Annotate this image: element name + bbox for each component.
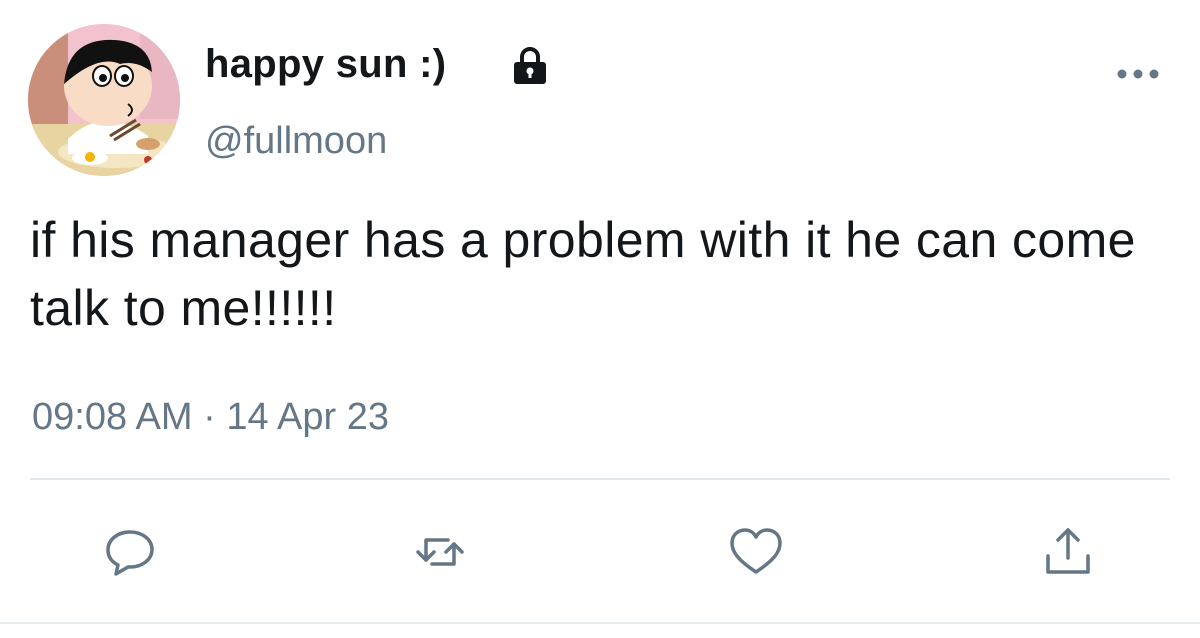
tweet-timestamp[interactable]: 09:08 AM · 14 Apr 23 — [32, 392, 389, 442]
reply-icon — [106, 530, 154, 576]
cartoon-avatar-image — [28, 24, 180, 176]
reply-button[interactable] — [102, 524, 158, 580]
lock-icon — [514, 47, 546, 84]
more-icon[interactable] — [1114, 58, 1162, 86]
tweet-text: if his manager has a problem with it he … — [30, 212, 1136, 336]
share-icon — [1046, 528, 1090, 574]
divider — [30, 478, 1170, 480]
share-button[interactable] — [1040, 524, 1096, 580]
like-button[interactable] — [728, 524, 784, 580]
user-handle[interactable]: @fullmoon — [205, 116, 387, 166]
heart-icon — [730, 528, 782, 574]
display-name[interactable]: happy sun :) — [205, 38, 446, 90]
avatar[interactable] — [28, 24, 180, 176]
retweet-button[interactable] — [412, 524, 468, 580]
retweet-icon — [416, 538, 464, 566]
bottom-divider — [0, 622, 1200, 624]
tweet-card: happy sun :) @fullmoon if his manager ha… — [0, 0, 1200, 638]
